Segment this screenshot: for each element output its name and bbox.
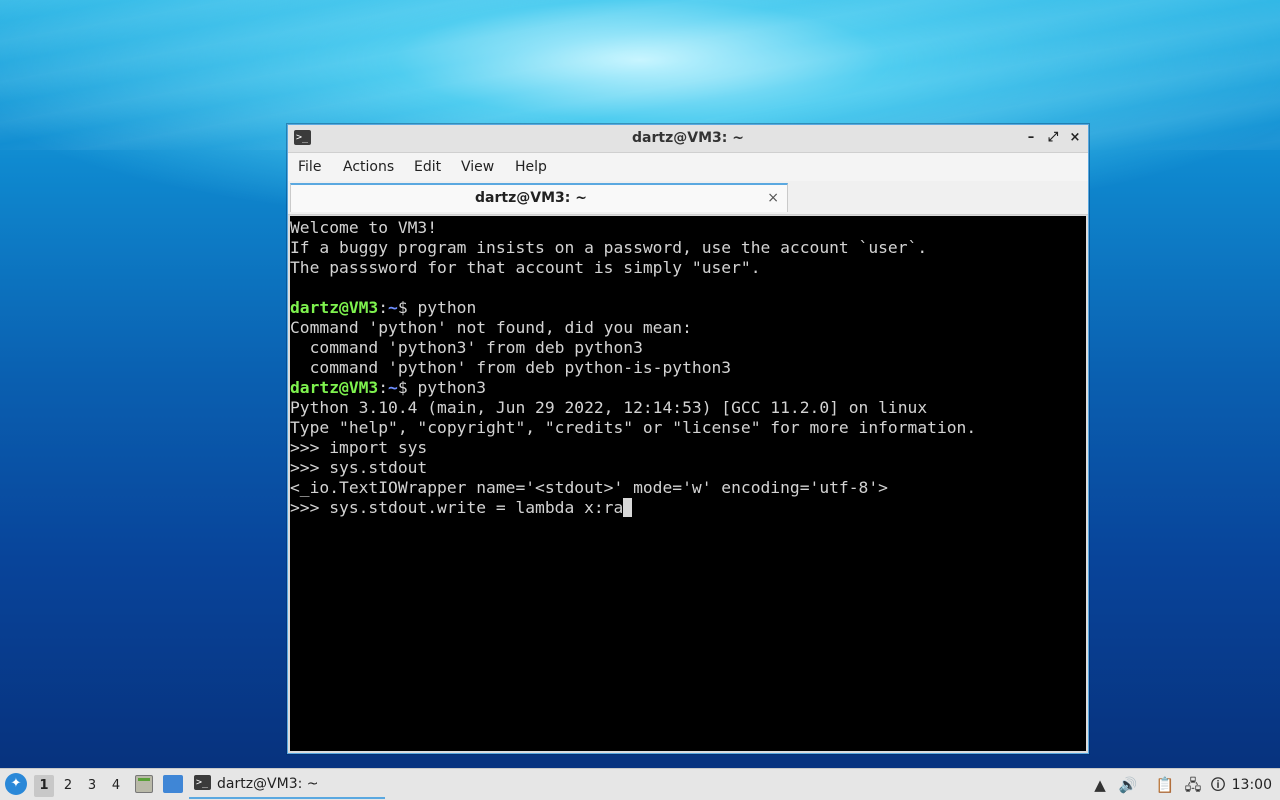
terminal-line: The passsword for that account is simply…: [290, 258, 761, 277]
prompt-line: dartz@VM3:~$ python3: [290, 378, 1086, 398]
show-desktop-icon[interactable]: [163, 775, 183, 793]
workspace-4[interactable]: 4: [106, 775, 126, 797]
input-line[interactable]: >>> sys.stdout.write = lambda x:ra: [290, 498, 1086, 518]
menu-bar: File Actions Edit View Help: [288, 153, 1088, 181]
start-menu-icon[interactable]: ✦: [5, 773, 27, 795]
menu-actions[interactable]: Actions: [343, 153, 394, 181]
terminal-line: >>> sys.stdout: [290, 458, 428, 477]
terminal-line: command 'python' from deb python-is-pyth…: [290, 358, 732, 377]
current-input: >>> sys.stdout.write = lambda x:ra: [290, 498, 624, 517]
prompt-symbol: $: [397, 298, 418, 317]
prompt-path: ~: [388, 378, 398, 397]
tab-bar: dartz@VM3: ~ ×: [288, 181, 1088, 215]
text-cursor: [623, 498, 633, 517]
terminal-output[interactable]: Welcome to VM3! If a buggy program insis…: [290, 216, 1086, 751]
volume-icon[interactable]: 🔊: [1118, 775, 1138, 795]
title-bar[interactable]: >_ dartz@VM3: ~ – ⤢ ×: [288, 125, 1088, 153]
clipboard-icon[interactable]: 📋: [1155, 775, 1175, 795]
terminal-line: Command 'python' not found, did you mean…: [290, 318, 692, 337]
menu-file[interactable]: File: [298, 153, 321, 181]
tray-up-icon[interactable]: ▲: [1091, 775, 1109, 795]
menu-edit[interactable]: Edit: [414, 153, 441, 181]
terminal-line: Type "help", "copyright", "credits" or "…: [290, 418, 977, 437]
terminal-icon: >_: [194, 775, 211, 790]
notification-icon[interactable]: 🛈: [1209, 775, 1227, 795]
tab-close-icon[interactable]: ×: [767, 185, 779, 212]
maximize-button[interactable]: ⤢: [1044, 129, 1062, 147]
prompt-path: ~: [388, 298, 398, 317]
terminal-line: >>> import sys: [290, 438, 428, 457]
workspace-2[interactable]: 2: [58, 775, 78, 797]
task-label: dartz@VM3: ~: [217, 776, 319, 792]
prompt-user: dartz@VM3: [290, 298, 379, 317]
terminal-line: <_io.TextIOWrapper name='<stdout>' mode=…: [290, 478, 888, 497]
terminal-line: command 'python3' from deb python3: [290, 338, 643, 357]
terminal-line: Welcome to VM3!: [290, 218, 438, 237]
tab-terminal[interactable]: dartz@VM3: ~ ×: [290, 183, 788, 212]
menu-view[interactable]: View: [461, 153, 494, 181]
prompt-sep: :: [378, 298, 389, 317]
workspace-1[interactable]: 1: [34, 775, 54, 797]
command-text: python3: [417, 378, 487, 397]
tab-label: dartz@VM3: ~: [475, 190, 587, 206]
file-manager-icon[interactable]: [135, 775, 153, 793]
command-text: python: [417, 298, 477, 317]
taskbar: ✦ 1 2 3 4 >_ dartz@VM3: ~ ▲ 🔊 📋 🖧 🛈 13:0…: [0, 768, 1280, 800]
prompt-symbol: $: [397, 378, 418, 397]
terminal-window[interactable]: >_ dartz@VM3: ~ – ⤢ × File Actions Edit …: [287, 124, 1089, 754]
minimize-button[interactable]: –: [1022, 129, 1040, 147]
prompt-user: dartz@VM3: [290, 378, 379, 397]
terminal-line: If a buggy program insists on a password…: [290, 238, 928, 257]
terminal-line: Python 3.10.4 (main, Jun 29 2022, 12:14:…: [290, 398, 928, 417]
task-terminal[interactable]: >_ dartz@VM3: ~: [189, 771, 385, 799]
prompt-line: dartz@VM3:~$ python: [290, 298, 1086, 318]
workspace-3[interactable]: 3: [82, 775, 102, 797]
prompt-sep: :: [378, 378, 389, 397]
menu-help[interactable]: Help: [515, 153, 547, 181]
window-title: dartz@VM3: ~: [632, 130, 744, 146]
network-icon[interactable]: 🖧: [1182, 775, 1204, 795]
close-button[interactable]: ×: [1066, 129, 1084, 147]
clock[interactable]: 13:00: [1232, 769, 1272, 800]
